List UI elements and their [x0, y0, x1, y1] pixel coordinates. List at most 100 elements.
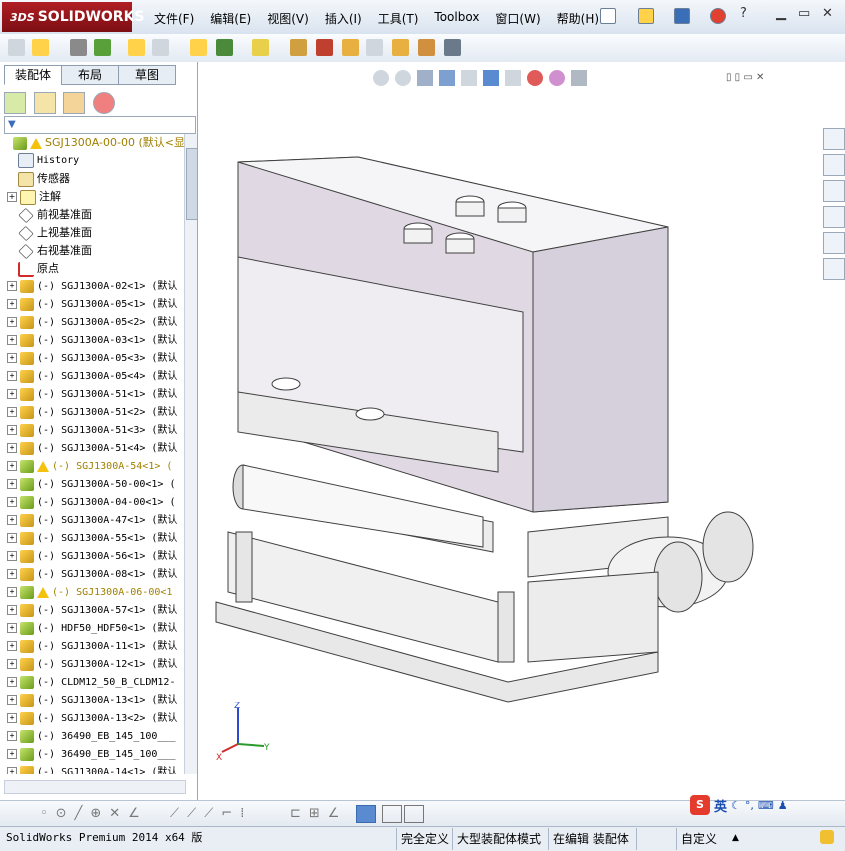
expand-toggle-icon[interactable]	[7, 175, 15, 183]
hole-alignment-icon[interactable]	[444, 39, 461, 56]
tree-item[interactable]: + (-) SGJ1300A-13<1> (默认	[0, 692, 184, 710]
assembly-features-icon[interactable]	[216, 39, 233, 56]
tree-item[interactable]: + (-) SGJ1300A-51<2> (默认	[0, 404, 184, 422]
design-library-icon[interactable]	[823, 154, 845, 176]
grid-tool-icons[interactable]: ⊏⊞∠	[290, 806, 347, 821]
smart-fasteners-icon[interactable]	[128, 39, 145, 56]
tree-item[interactable]: + (-) 36490_EB_145_100___	[0, 728, 184, 746]
tree-item[interactable]: + (-) SGJ1300A-47<1> (默认	[0, 512, 184, 530]
close-icon[interactable]: ✕	[822, 6, 833, 21]
tree-item[interactable]: + (-) SGJ1300A-11<1> (默认	[0, 638, 184, 656]
tree-item[interactable]: + (-) SGJ1300A-14<1> (默认	[0, 764, 184, 774]
user-icon[interactable]: ♟	[778, 799, 788, 812]
tree-item[interactable]: + (-) SGJ1300A-51<3> (默认	[0, 422, 184, 440]
explode-line-sketch-icon[interactable]	[366, 39, 383, 56]
exploded-view-icon[interactable]	[342, 39, 359, 56]
tree-item[interactable]: + (-) SGJ1300A-08<1> (默认	[0, 566, 184, 584]
tree-item[interactable]: 传感器	[0, 170, 184, 188]
expand-toggle-icon[interactable]: +	[7, 497, 17, 507]
assembly-model[interactable]	[198, 62, 845, 800]
sketch-tool-icons[interactable]: ◦⊙╱⊕✕∠	[40, 806, 148, 821]
expand-toggle-icon[interactable]: +	[7, 587, 17, 597]
sogou-logo-icon[interactable]: S	[690, 795, 710, 815]
expand-toggle-icon[interactable]	[7, 247, 15, 255]
expand-toggle-icon[interactable]	[7, 229, 15, 237]
view-split-icon[interactable]	[404, 805, 424, 823]
expand-toggle-icon[interactable]: +	[7, 192, 17, 202]
expand-toggle-icon[interactable]: +	[7, 353, 17, 363]
keyboard-icon[interactable]: ⌨	[758, 799, 774, 812]
open-folder-icon[interactable]	[638, 8, 654, 24]
expand-toggle-icon[interactable]: +	[7, 569, 17, 579]
tree-horizontal-scrollbar[interactable]	[4, 780, 186, 794]
tree-item[interactable]: SGJ1300A-00-00 (默认<显	[0, 134, 184, 152]
rebuild-icon[interactable]	[710, 8, 726, 24]
configuration-manager-icon[interactable]	[63, 92, 85, 114]
tree-item[interactable]: + (-) SGJ1300A-54<1> (	[0, 458, 184, 476]
expand-toggle-icon[interactable]: +	[7, 407, 17, 417]
tab-assembly[interactable]: 装配体	[4, 65, 62, 85]
feature-manager-icon[interactable]	[4, 92, 26, 114]
expand-toggle-icon[interactable]: +	[7, 425, 17, 435]
units-system[interactable]: 自定义	[676, 828, 721, 850]
solidworks-resources-icon[interactable]	[823, 128, 845, 150]
expand-toggle-icon[interactable]: +	[7, 443, 17, 453]
scroll-thumb[interactable]	[186, 148, 198, 220]
expand-toggle-icon[interactable]: +	[7, 677, 17, 687]
tree-item[interactable]: + (-) SGJ1300A-12<1> (默认	[0, 656, 184, 674]
tree-item[interactable]: + (-) SGJ1300A-05<2> (默认	[0, 314, 184, 332]
clearance-verification-icon[interactable]	[418, 39, 435, 56]
tree-item[interactable]: 原点	[0, 260, 184, 278]
expand-toggle-icon[interactable]: +	[7, 335, 17, 345]
expand-toggle-icon[interactable]: +	[7, 623, 17, 633]
tag-icon[interactable]	[820, 830, 834, 844]
bill-of-materials-icon[interactable]	[316, 39, 333, 56]
expand-toggle-icon[interactable]: +	[7, 515, 17, 525]
tree-item[interactable]: + (-) CLDM12_50_B_CLDM12-	[0, 674, 184, 692]
tree-item[interactable]: + (-) SGJ1300A-13<2> (默认	[0, 710, 184, 728]
expand-toggle-icon[interactable]: +	[7, 281, 17, 291]
expand-toggle-icon[interactable]: +	[7, 533, 17, 543]
moon-icon[interactable]: ☾	[731, 799, 741, 812]
expand-toggle-icon[interactable]: +	[7, 695, 17, 705]
dimension-tool-icons[interactable]: ⟋⟋⟋⌐⁞	[170, 806, 252, 821]
tree-item[interactable]: + 注解	[0, 188, 184, 206]
new-motion-study-icon[interactable]	[290, 39, 307, 56]
save-icon[interactable]	[674, 8, 690, 24]
expand-toggle-icon[interactable]: +	[7, 389, 17, 399]
tree-item[interactable]: + (-) HDF50_HDF50<1> (默认	[0, 620, 184, 638]
view-palette-icon[interactable]	[823, 206, 845, 228]
menu-item[interactable]: 窗口(W)	[487, 8, 548, 29]
tab-sketch[interactable]: 草图	[118, 65, 176, 85]
tree-item[interactable]: + (-) SGJ1300A-50-00<1> (	[0, 476, 184, 494]
expand-toggle-icon[interactable]: +	[7, 461, 17, 471]
tree-item[interactable]: + (-) SGJ1300A-02<1> (默认	[0, 278, 184, 296]
expand-toggle-icon[interactable]: +	[7, 551, 17, 561]
tree-item[interactable]: + (-) SGJ1300A-05<1> (默认	[0, 296, 184, 314]
assembly-icon[interactable]	[8, 39, 25, 56]
move-component-icon[interactable]	[152, 39, 169, 56]
display-mode-icon[interactable]	[356, 805, 376, 823]
mate-icon[interactable]	[70, 39, 87, 56]
ime-mode[interactable]: 英	[714, 796, 727, 815]
expand-toggle-icon[interactable]: +	[7, 749, 17, 759]
expand-toggle-icon[interactable]: +	[7, 767, 17, 774]
expand-toggle-icon[interactable]: +	[7, 659, 17, 669]
menu-item[interactable]: Toolbox	[426, 8, 487, 29]
new-document-icon[interactable]	[600, 8, 616, 24]
menu-item[interactable]: 文件(F)	[146, 8, 202, 29]
expand-toggle-icon[interactable]: +	[7, 605, 17, 615]
expand-toggle-icon[interactable]: +	[7, 479, 17, 489]
show-hidden-icon[interactable]	[190, 39, 207, 56]
tree-item[interactable]: + (-) SGJ1300A-56<1> (默认	[0, 548, 184, 566]
expand-toggle-icon[interactable]: +	[7, 713, 17, 723]
reference-geometry-icon[interactable]	[252, 39, 269, 56]
interference-detection-icon[interactable]	[392, 39, 409, 56]
tree-item[interactable]: 上视基准面	[0, 224, 184, 242]
units-dropdown-icon[interactable]: ▲	[732, 827, 739, 849]
expand-toggle-icon[interactable]: +	[7, 317, 17, 327]
view-single-icon[interactable]	[382, 805, 402, 823]
tree-item[interactable]: + (-) SGJ1300A-55<1> (默认	[0, 530, 184, 548]
tree-vertical-scrollbar[interactable]	[184, 134, 198, 774]
expand-toggle-icon[interactable]: +	[7, 731, 17, 741]
